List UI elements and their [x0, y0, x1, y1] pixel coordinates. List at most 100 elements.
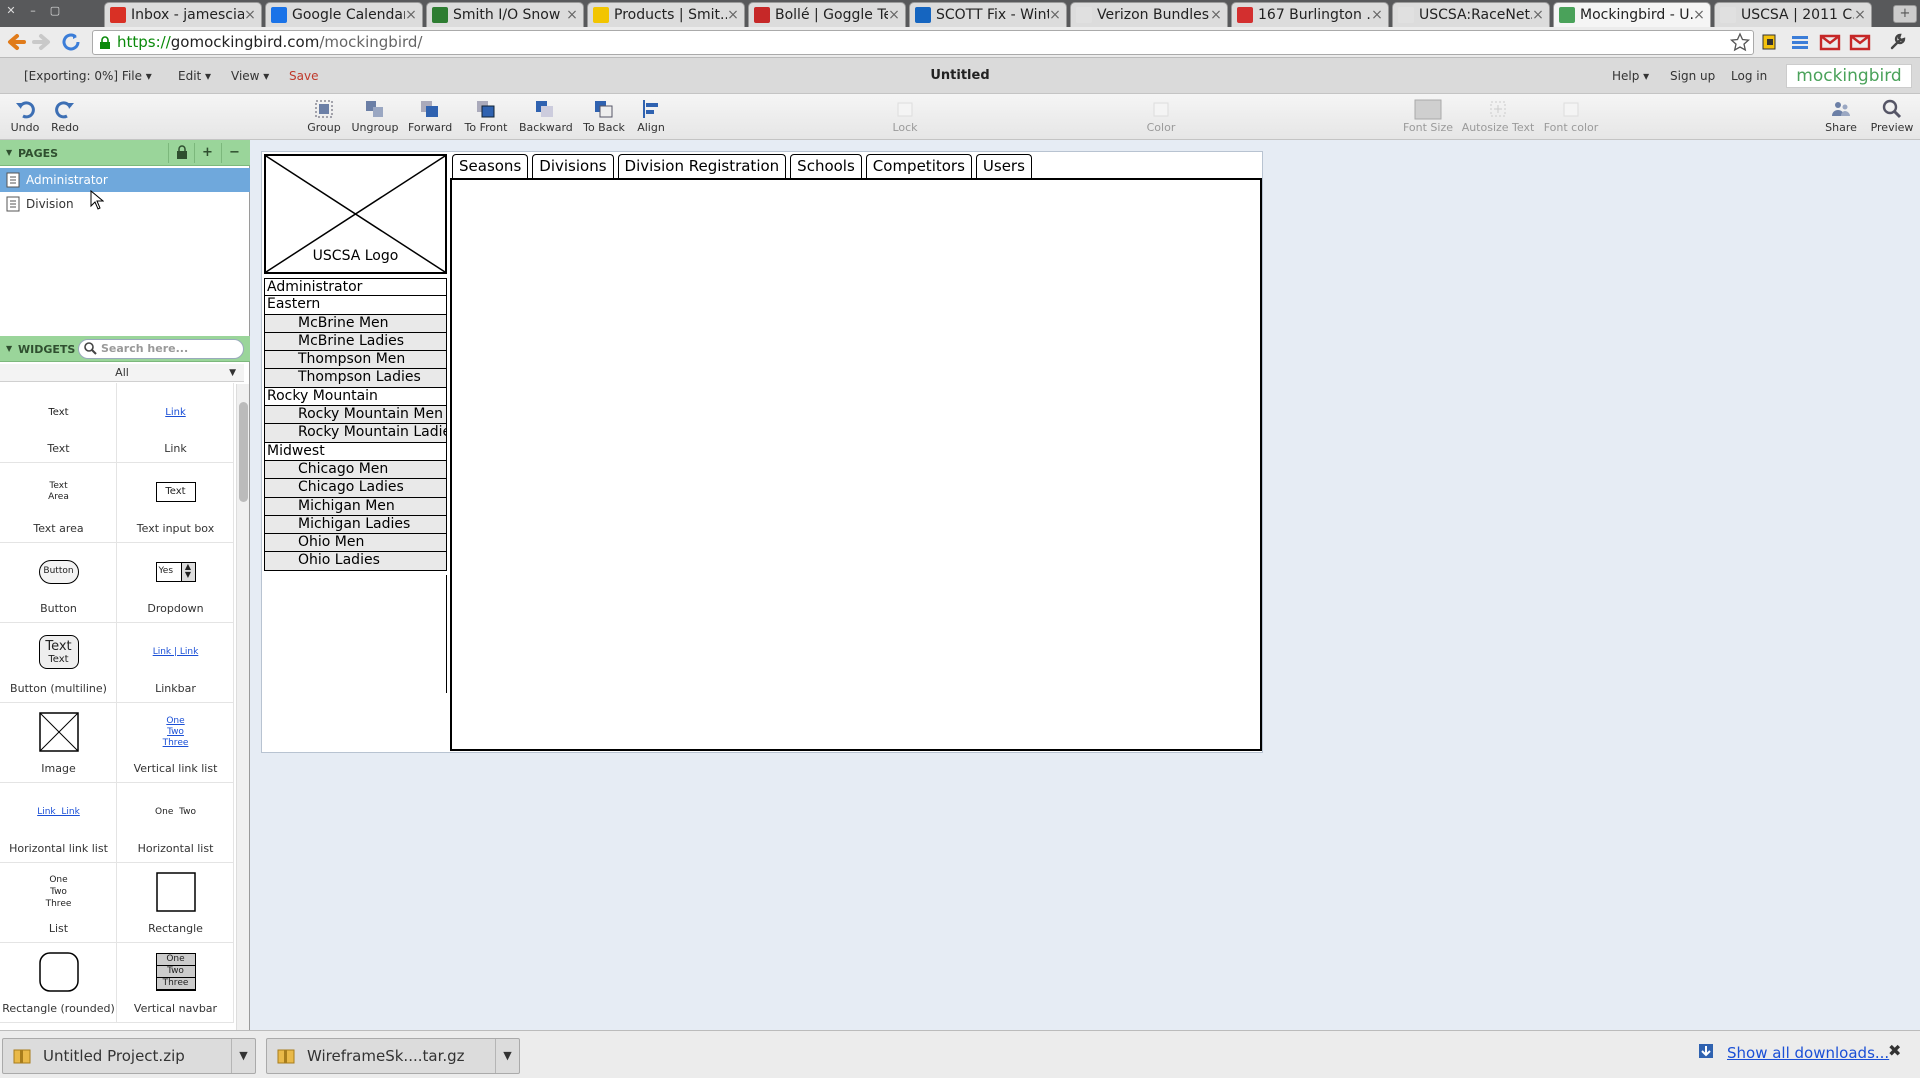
view-menu[interactable]: View ▾: [231, 69, 269, 83]
window-close-button[interactable]: ✕: [0, 2, 22, 20]
save-button[interactable]: Save: [289, 69, 318, 83]
widget-text-input-box[interactable]: Text Text input box: [117, 463, 234, 543]
tab-close-icon[interactable]: ×: [244, 7, 256, 23]
window-minimize-button[interactable]: –: [22, 2, 44, 20]
nav-list-item[interactable]: McBrine Men: [264, 314, 447, 333]
wireframe-artboard[interactable]: USCSA Logo Administrator Eastern McBrine M…: [261, 151, 1263, 753]
widget-linkbar[interactable]: Link | Link Linkbar: [117, 623, 234, 703]
close-downloads-button[interactable]: ✖: [1888, 1041, 1901, 1060]
to-back-button[interactable]: To Back: [581, 97, 627, 139]
redo-button[interactable]: Redo: [48, 97, 82, 139]
align-button[interactable]: Align: [634, 97, 668, 139]
nav-list-item[interactable]: Michigan Ladies: [264, 515, 447, 535]
widget-text[interactable]: Text Text: [0, 383, 117, 463]
undo-button[interactable]: Undo: [8, 97, 42, 139]
settings-wrench-button[interactable]: [1886, 31, 1910, 53]
chevron-down-icon[interactable]: ▼: [495, 1039, 519, 1073]
canvas-area[interactable]: USCSA Logo Administrator Eastern McBrine M…: [251, 140, 1920, 1030]
tab-close-icon[interactable]: ×: [1532, 7, 1544, 23]
browser-tab[interactable]: Verizon Bundles ...×: [1070, 2, 1228, 27]
remove-page-button[interactable]: −: [221, 143, 247, 163]
pages-panel-header[interactable]: ▼ PAGES + −: [0, 140, 250, 166]
widget-horizontal-link-list[interactable]: Link Link Horizontal link list: [0, 783, 117, 863]
download-item[interactable]: Untitled Project.zip ▼: [2, 1038, 256, 1074]
tab-close-icon[interactable]: ×: [1693, 7, 1705, 23]
browser-tab[interactable]: USCSA | 2011 C... ×: [1714, 2, 1872, 27]
color-button[interactable]: Color: [1143, 97, 1179, 139]
nav-list-item[interactable]: Thompson Men: [264, 351, 447, 370]
widget-filter-dropdown[interactable]: All ▼: [0, 364, 244, 382]
logo-image-placeholder[interactable]: USCSA Logo: [264, 154, 447, 274]
widget-button-multiline[interactable]: Text Text Button (multiline): [0, 623, 117, 703]
gmail-button-2[interactable]: [1848, 31, 1872, 53]
widget-vertical-navbar[interactable]: One Two Three Vertical navbar: [117, 943, 234, 1023]
font-color-button[interactable]: Font color: [1542, 97, 1600, 139]
gmail-button-1[interactable]: [1818, 31, 1842, 53]
browser-tab[interactable]: Google Calendar ×: [265, 2, 423, 27]
forward-button[interactable]: [30, 31, 54, 53]
widget-rectangle[interactable]: Rectangle: [117, 863, 234, 943]
browser-tab[interactable]: Products | Smit... ×: [587, 2, 745, 27]
tab-close-icon[interactable]: ×: [405, 7, 417, 23]
new-tab-button[interactable]: +: [1893, 5, 1917, 23]
tab-close-icon[interactable]: ×: [1210, 7, 1222, 23]
wireframe-tab-panel[interactable]: [450, 178, 1262, 751]
nav-list-item[interactable]: Chicago Ladies: [264, 479, 447, 498]
collapse-triangle-icon[interactable]: ▼: [6, 344, 12, 353]
nav-list-item[interactable]: McBrine Ladies: [264, 332, 447, 352]
browser-tab[interactable]: Mockingbird - U... ×: [1553, 2, 1711, 27]
nav-list-item[interactable]: Midwest: [264, 442, 447, 461]
download-item[interactable]: WireframeSk....tar.gz ▼: [266, 1038, 520, 1074]
widget-text-area[interactable]: Text Area Text area: [0, 463, 117, 543]
browser-tab[interactable]: USCSA:RaceNet... ×: [1392, 2, 1550, 27]
backward-button[interactable]: Backward: [519, 97, 573, 139]
tab-close-icon[interactable]: ×: [888, 7, 900, 23]
page-item[interactable]: Division: [0, 192, 250, 216]
tab-close-icon[interactable]: ×: [1371, 7, 1383, 23]
back-button[interactable]: [4, 31, 28, 53]
widget-button[interactable]: Button Button: [0, 543, 117, 623]
add-page-button[interactable]: +: [194, 143, 220, 163]
nav-list-item[interactable]: Eastern: [264, 296, 447, 315]
nav-list-item[interactable]: Administrator: [264, 278, 447, 297]
nav-list-item[interactable]: Thompson Ladies: [264, 369, 447, 388]
nav-list-item[interactable]: Michigan Men: [264, 497, 447, 516]
font-size-button[interactable]: Font Size: [1402, 97, 1454, 139]
nav-list-item[interactable]: Rocky Mountain: [264, 387, 447, 407]
widget-search-input[interactable]: Search here...: [78, 339, 244, 359]
address-bar[interactable]: https://gomockingbird.com/mockingbird/: [92, 30, 1754, 55]
wireframe-tab-seasons[interactable]: Seasons: [452, 154, 529, 179]
forward-layer-button[interactable]: Forward: [408, 97, 452, 139]
lock-button[interactable]: Lock: [888, 97, 922, 139]
group-button[interactable]: Group: [306, 97, 342, 139]
wireframe-tab-users[interactable]: Users: [975, 154, 1032, 179]
ungroup-button[interactable]: Ungroup: [351, 97, 399, 139]
file-menu[interactable]: [Exporting: 0%] File ▾: [24, 69, 152, 83]
extension-button-1[interactable]: [1758, 31, 1782, 53]
widget-horizontal-list[interactable]: One Two Horizontal list: [117, 783, 234, 863]
extension-button-2[interactable]: [1788, 31, 1812, 53]
autosize-text-button[interactable]: Autosize Text: [1461, 97, 1535, 139]
widget-dropdown[interactable]: Yes ▲ ▼ Dropdown: [117, 543, 234, 623]
widget-list[interactable]: One Two Three List: [0, 863, 117, 943]
to-front-button[interactable]: To Front: [462, 97, 510, 139]
page-item[interactable]: Administrator: [0, 168, 250, 192]
browser-tab[interactable]: Inbox - jamescia...×: [104, 2, 262, 27]
browser-tab[interactable]: Smith I/O Snow ... ×: [426, 2, 584, 27]
collapse-triangle-icon[interactable]: ▼: [6, 148, 12, 157]
scrollbar-thumb[interactable]: [239, 402, 248, 502]
show-all-downloads-link[interactable]: Show all downloads...: [1727, 1044, 1889, 1062]
widget-scrollbar[interactable]: [236, 384, 249, 1030]
tab-close-icon[interactable]: ×: [566, 7, 578, 23]
widget-link[interactable]: Link Link: [117, 383, 234, 463]
tab-close-icon[interactable]: ×: [1854, 7, 1866, 23]
nav-list-item[interactable]: Ohio Men: [264, 534, 447, 553]
login-link[interactable]: Log in: [1731, 69, 1767, 83]
help-menu[interactable]: Help ▾: [1612, 69, 1649, 83]
tab-close-icon[interactable]: ×: [1049, 7, 1061, 23]
browser-tab[interactable]: Bollé | Goggle Te...×: [748, 2, 906, 27]
nav-list-item[interactable]: Ohio Ladies: [264, 552, 447, 571]
wireframe-tab-competitors[interactable]: Competitors: [865, 154, 972, 179]
wireframe-tab-division-registration[interactable]: Division Registration: [617, 154, 787, 179]
nav-list-item[interactable]: Chicago Men: [264, 460, 447, 480]
